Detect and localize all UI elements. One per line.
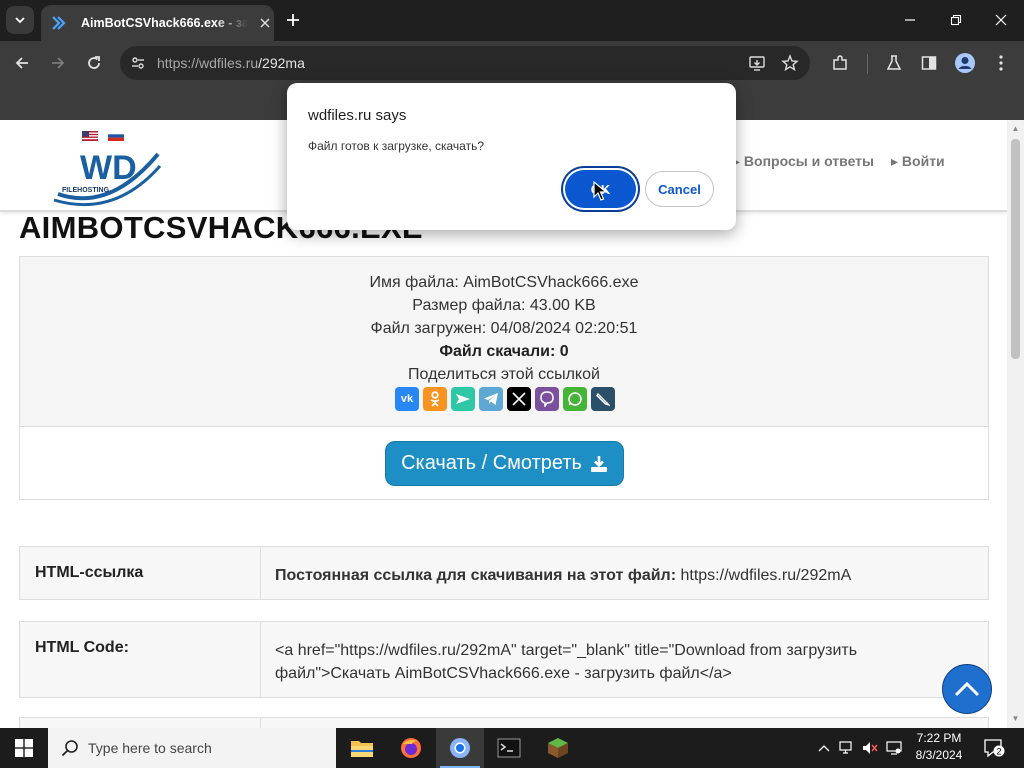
ru-flag-icon[interactable] <box>108 131 124 141</box>
tab-search-button[interactable] <box>6 6 34 34</box>
minecraft-icon[interactable] <box>534 728 582 768</box>
svg-text:FILEHOSTING: FILEHOSTING <box>62 187 110 194</box>
system-clock[interactable]: 7:22 PM 8/3/2024 <box>909 730 969 764</box>
taskbar: Type here to search 7:22 PM 8/3/2024 2 <box>0 728 1024 768</box>
html-link-row: HTML-ссылка Постоянная ссылка для скачив… <box>19 546 989 600</box>
new-tab-button[interactable] <box>283 10 303 30</box>
dialog-title: wdfiles.ru says <box>308 107 407 124</box>
taskbar-search-box[interactable]: Type here to search <box>48 728 336 768</box>
browser-toolbar: https://wdfiles.ru/292ma <box>0 41 1024 86</box>
profile-avatar-icon[interactable] <box>954 52 976 74</box>
back-button[interactable] <box>10 51 34 75</box>
toolbar-divider <box>867 54 868 74</box>
reload-button[interactable] <box>82 51 106 75</box>
search-placeholder: Type here to search <box>88 740 212 756</box>
svg-text:WD: WD <box>80 149 137 187</box>
upload-date-line: Файл загружен: 04/08/2024 02:20:51 <box>370 320 638 337</box>
reload-icon <box>88 56 100 69</box>
file-explorer-icon[interactable] <box>338 728 386 768</box>
favicon-icon <box>51 15 67 31</box>
file-info-box: Имя файла: AimBotCSVhack666.exe Размер ф… <box>19 256 989 500</box>
close-icon <box>995 14 1007 26</box>
livejournal-share-icon[interactable] <box>591 387 615 411</box>
chevron-up-icon <box>954 681 980 697</box>
notification-center-icon[interactable]: 2 <box>983 738 1005 758</box>
active-tab[interactable]: AimBotCSVhack666.exe - загрузить файл <box>41 5 274 41</box>
svg-text:2: 2 <box>996 747 1001 757</box>
restore-icon <box>950 14 962 26</box>
scroll-down-arrow[interactable]: ▼ <box>1011 714 1020 723</box>
bookmark-star-icon[interactable] <box>780 53 800 73</box>
telegram-share-icon[interactable] <box>479 387 503 411</box>
html-code-value[interactable]: <a href="https://wdfiles.ru/292mA" targe… <box>275 639 975 685</box>
terminal-icon[interactable] <box>485 728 533 768</box>
plus-icon <box>287 14 299 26</box>
close-tab-icon[interactable] <box>256 14 274 32</box>
url-text: https://wdfiles.ru/292ma <box>157 55 305 71</box>
us-flag-icon[interactable] <box>82 131 98 141</box>
forward-button[interactable] <box>46 51 70 75</box>
install-app-icon[interactable] <box>747 53 767 73</box>
search-icon <box>61 740 78 757</box>
download-button[interactable]: Скачать / Смотреть <box>385 441 624 486</box>
next-row <box>19 717 989 728</box>
html-code-row: HTML Code: <a href="https://wdfiles.ru/2… <box>19 621 989 698</box>
arrow-right-icon <box>52 57 65 69</box>
display-icon[interactable] <box>886 740 902 756</box>
start-button[interactable] <box>0 728 48 768</box>
side-panel-icon[interactable] <box>918 52 940 74</box>
volume-muted-icon[interactable] <box>862 740 878 756</box>
menu-kebab-icon[interactable] <box>990 52 1012 74</box>
site-info-icon[interactable] <box>128 53 148 73</box>
restore-button[interactable] <box>944 8 968 32</box>
firefox-icon[interactable] <box>387 728 435 768</box>
extensions-icon[interactable] <box>829 52 851 74</box>
whatsapp-share-icon[interactable] <box>563 387 587 411</box>
windows-logo-icon <box>15 739 33 757</box>
share-label: Поделиться этой ссылкой <box>408 366 600 383</box>
vk-share-icon[interactable]: vk <box>395 387 419 411</box>
alert-dialog: wdfiles.ru says Файл готов к загрузке, с… <box>287 83 736 230</box>
address-bar[interactable]: https://wdfiles.ru/292ma <box>120 46 810 80</box>
download-icon <box>590 455 607 472</box>
file-name-line: Имя файла: AimBotCSVhack666.exe <box>369 274 639 291</box>
download-count-line: Файл скачали: 0 <box>439 343 569 360</box>
menu-faq-link[interactable]: ▸ Вопросы и ответы <box>733 153 874 170</box>
arrow-left-icon <box>15 57 28 69</box>
cancel-button[interactable]: Cancel <box>645 171 714 207</box>
chevron-down-icon <box>15 17 25 24</box>
mouse-cursor-icon <box>593 181 607 201</box>
page-scrollbar[interactable]: ▲ ▼ <box>1007 120 1024 728</box>
file-details: Имя файла: AimBotCSVhack666.exe Размер ф… <box>20 257 988 427</box>
scroll-to-top-button[interactable] <box>942 664 992 714</box>
chrome-icon[interactable] <box>436 728 484 768</box>
tab-title: AimBotCSVhack666.exe - загрузить файл <box>81 16 249 30</box>
dialog-message: Файл готов к загрузке, скачать? <box>308 139 485 153</box>
viber-share-icon[interactable] <box>535 387 559 411</box>
site-logo[interactable]: WD FILEHOSTING <box>50 144 162 208</box>
scroll-up-arrow[interactable]: ▲ <box>1011 124 1020 133</box>
tray-chevron-up-icon[interactable] <box>816 740 832 756</box>
share-buttons: vk <box>395 387 615 411</box>
network-icon[interactable] <box>839 740 855 756</box>
odnoklassniki-share-icon[interactable] <box>423 387 447 411</box>
close-window-button[interactable] <box>989 8 1013 32</box>
labs-flask-icon[interactable] <box>883 52 905 74</box>
html-link-value[interactable]: Постоянная ссылка для скачивания на этот… <box>275 564 975 587</box>
menu-login-link[interactable]: ▸ Войти <box>891 153 945 170</box>
minimize-button[interactable] <box>898 8 922 32</box>
file-size-line: Размер файла: 43.00 KB <box>412 297 596 314</box>
minimize-icon <box>905 19 915 21</box>
moimir-share-icon[interactable] <box>451 387 475 411</box>
html-code-label: HTML Code: <box>20 622 261 697</box>
tab-strip: AimBotCSVhack666.exe - загрузить файл <box>0 0 1024 41</box>
html-link-label: HTML-ссылка <box>20 547 261 599</box>
scrollbar-thumb[interactable] <box>1011 139 1020 359</box>
x-share-icon[interactable] <box>507 387 531 411</box>
